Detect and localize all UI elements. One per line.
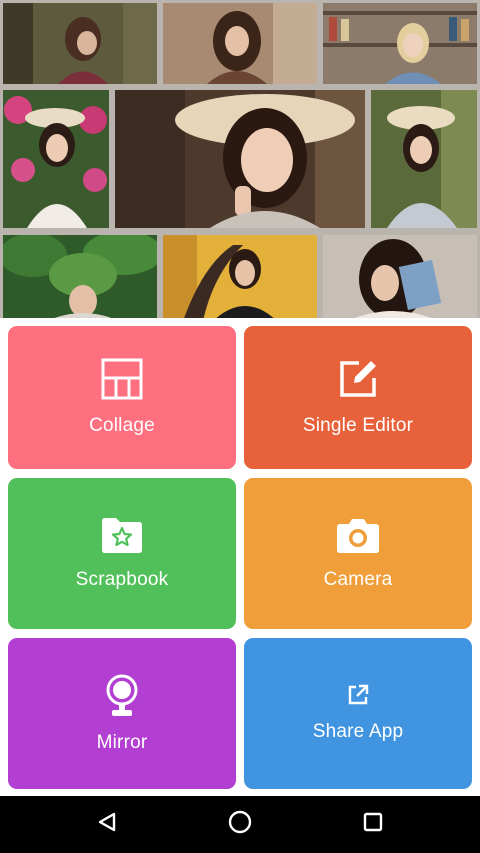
- collage-photo: [371, 90, 477, 228]
- single-editor-label: Single Editor: [302, 415, 414, 436]
- camera-label: Camera: [323, 569, 393, 590]
- collage-label: Collage: [89, 415, 155, 436]
- collage-photo: [3, 3, 157, 84]
- scrapbook-label: Scrapbook: [75, 569, 169, 590]
- share-app-button[interactable]: Share App: [244, 638, 472, 789]
- collage-photo: [323, 235, 477, 318]
- scrapbook-button[interactable]: Scrapbook: [8, 478, 236, 629]
- home-icon: [228, 810, 252, 839]
- folder-star-icon: [100, 516, 144, 559]
- collage-photo: [323, 3, 477, 84]
- home-button[interactable]: [210, 796, 270, 853]
- back-button[interactable]: [77, 796, 137, 853]
- collage-photo: [3, 90, 109, 228]
- recents-icon: [362, 811, 384, 838]
- mirror-icon: [102, 673, 142, 722]
- collage-photo: [163, 3, 317, 84]
- mirror-button[interactable]: Mirror: [8, 638, 236, 789]
- collage-photo: [115, 90, 365, 228]
- camera-button[interactable]: Camera: [244, 478, 472, 629]
- camera-icon: [336, 516, 380, 559]
- feature-tiles: Collage Single Editor Scrapbook Camera M…: [0, 318, 480, 796]
- collage-button[interactable]: Collage: [8, 326, 236, 469]
- recents-button[interactable]: [343, 796, 403, 853]
- collage-photo: [3, 235, 157, 318]
- edit-icon: [337, 358, 379, 405]
- system-navigation-bar: [0, 796, 480, 853]
- photo-collage-banner: [0, 0, 480, 318]
- collage-photo: [163, 235, 317, 318]
- collage-grid-icon: [101, 358, 143, 405]
- share-icon: [347, 684, 369, 711]
- back-icon: [96, 811, 118, 838]
- mirror-label: Mirror: [96, 732, 148, 753]
- share-app-label: Share App: [312, 721, 404, 742]
- single-editor-button[interactable]: Single Editor: [244, 326, 472, 469]
